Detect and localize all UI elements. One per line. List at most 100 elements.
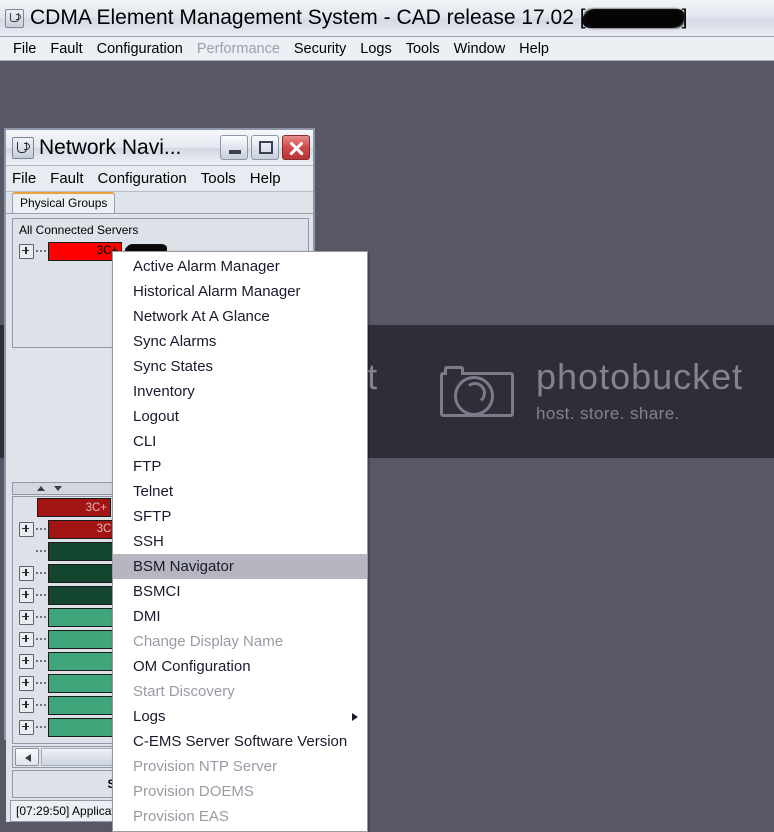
application-menubar: File Fault Configuration Performance Sec…: [0, 37, 774, 61]
menu-performance: Performance: [196, 40, 280, 57]
application-window: CDMA Element Management System - CAD rel…: [0, 0, 774, 832]
tabstrip: Physical Groups: [6, 192, 313, 214]
tree-connector: [36, 704, 46, 706]
context-menu-item-ssh[interactable]: SSH: [113, 529, 367, 554]
node-status-bar[interactable]: [48, 717, 122, 737]
minimize-button[interactable]: [220, 135, 248, 160]
context-menu-item-active-alarm-manager[interactable]: Active Alarm Manager: [113, 254, 367, 279]
redacted-hostname: [585, 11, 682, 26]
menu-configuration[interactable]: Configuration: [90, 40, 190, 58]
java-coffee-cup-icon: [12, 136, 34, 159]
tree-connector: [36, 682, 46, 684]
tree-connector: [36, 660, 46, 662]
expand-handle-icon[interactable]: [19, 653, 34, 669]
node-status-bar[interactable]: [48, 629, 122, 649]
node-status-bar[interactable]: [48, 563, 122, 583]
expand-handle-icon[interactable]: [19, 587, 34, 603]
tree-connector: [36, 528, 46, 530]
context-menu-item-provision-eas: Provision EAS: [133, 808, 229, 825]
menu-security[interactable]: Security: [287, 40, 353, 58]
network-navigator-menubar: File Fault Configuration Tools Help: [6, 166, 313, 192]
tree-connector: [36, 594, 46, 596]
context-menu-item-om-configuration[interactable]: OM Configuration: [113, 654, 367, 679]
context-menu-item-cli[interactable]: CLI: [113, 429, 367, 454]
tree-connector: [36, 726, 46, 728]
java-coffee-cup-icon: [5, 8, 24, 28]
network-navigator-title: Network Navi...: [39, 135, 182, 159]
menu-file[interactable]: File: [6, 40, 43, 58]
node-status-bar[interactable]: 3C+: [48, 519, 122, 539]
node-status-bar[interactable]: [48, 607, 122, 627]
maximize-icon: [259, 141, 273, 154]
menu-window[interactable]: Window: [447, 40, 513, 58]
application-titlebar: CDMA Element Management System - CAD rel…: [0, 0, 774, 37]
page-title: CDMA Element Management System - CAD rel…: [30, 6, 687, 30]
node-status-bar[interactable]: [48, 673, 122, 693]
application-title-suffix: ]: [681, 6, 688, 29]
node-status-bar[interactable]: 3C+: [37, 498, 111, 517]
scroll-left-button[interactable]: [15, 748, 39, 766]
tree-connector: [36, 250, 46, 252]
watermark-logo-right: photobucket host. store. share.: [440, 325, 743, 458]
context-menu-item-dmi[interactable]: DMI: [113, 604, 367, 629]
context-menu-item-cems-server-software-version[interactable]: C-EMS Server Software Version: [113, 729, 367, 754]
status-bar-text: [07:29:50] Applicatio: [16, 804, 125, 818]
tree-connector: [36, 638, 46, 640]
node-status-bar[interactable]: [48, 541, 122, 561]
node-status-bar[interactable]: [48, 585, 122, 605]
context-menu-item-inventory[interactable]: Inventory: [113, 379, 367, 404]
application-title-prefix: CDMA Element Management System - CAD rel…: [30, 6, 586, 29]
context-menu: Active Alarm Manager Historical Alarm Ma…: [112, 251, 368, 832]
expand-handle-icon[interactable]: [19, 609, 34, 625]
context-menu-item-sync-alarms[interactable]: Sync Alarms: [113, 329, 367, 354]
menu-fault[interactable]: Fault: [43, 40, 89, 58]
splitter-down-icon[interactable]: [54, 486, 62, 491]
context-menu-item-bsm-navigator[interactable]: BSM Navigator: [113, 554, 367, 579]
minimize-icon: [229, 150, 241, 154]
expand-handle-icon[interactable]: [19, 719, 34, 735]
expand-handle-icon[interactable]: [19, 697, 34, 713]
menu-tools[interactable]: Tools: [399, 40, 447, 58]
menu-help[interactable]: Help: [512, 40, 556, 58]
context-menu-item-bsmci[interactable]: BSMCI: [113, 579, 367, 604]
network-navigator-titlebar[interactable]: Network Navi...: [6, 130, 313, 166]
expand-handle-icon[interactable]: [19, 565, 34, 581]
splitter-up-icon[interactable]: [37, 486, 45, 491]
expand-handle-icon[interactable]: [19, 631, 34, 647]
context-menu-item-logs[interactable]: Logs: [113, 704, 367, 729]
nn-menu-tools[interactable]: Tools: [201, 170, 244, 187]
nn-menu-help[interactable]: Help: [250, 170, 289, 187]
expand-handle-icon[interactable]: [19, 675, 34, 691]
context-menu-item-change-display-name: Change Display Name: [133, 633, 284, 650]
tree-connector: [36, 572, 46, 574]
nn-menu-fault[interactable]: Fault: [50, 170, 91, 187]
context-menu-item-telnet[interactable]: Telnet: [113, 479, 367, 504]
tree-connector: [36, 616, 46, 618]
watermark-name-right: photobucket: [536, 356, 744, 397]
node-status-bar[interactable]: [48, 651, 122, 671]
panel-caption: All Connected Servers: [19, 223, 139, 237]
chevron-right-icon: [352, 713, 358, 721]
node-status-bar[interactable]: [48, 695, 122, 715]
expand-handle-icon[interactable]: [19, 243, 34, 259]
mdi-desktop-area: photobucket host. store. share. photobuc…: [0, 62, 774, 832]
context-menu-item-sync-states[interactable]: Sync States: [113, 354, 367, 379]
context-menu-item-start-discovery: Start Discovery: [133, 683, 235, 700]
context-menu-item-provision-ntp-server: Provision NTP Server: [133, 758, 277, 775]
camera-icon: [440, 364, 518, 419]
context-menu-item-historical-alarm-manager[interactable]: Historical Alarm Manager: [113, 279, 367, 304]
nn-menu-configuration[interactable]: Configuration: [98, 170, 195, 187]
maximize-button[interactable]: [251, 135, 279, 160]
context-menu-item-sftp[interactable]: SFTP: [113, 504, 367, 529]
nn-menu-file[interactable]: File: [12, 170, 44, 187]
context-menu-item-logout[interactable]: Logout: [113, 404, 367, 429]
node-status-bar[interactable]: 3C+: [48, 241, 122, 261]
context-menu-item-logs-label: Logs: [133, 708, 166, 725]
tree-connector: [36, 550, 46, 552]
menu-logs[interactable]: Logs: [353, 40, 398, 58]
close-button[interactable]: [282, 135, 310, 160]
tab-physical-groups[interactable]: Physical Groups: [12, 192, 116, 213]
expand-handle-icon[interactable]: [19, 521, 34, 537]
context-menu-item-network-at-a-glance[interactable]: Network At A Glance: [113, 304, 367, 329]
context-menu-item-ftp[interactable]: FTP: [113, 454, 367, 479]
